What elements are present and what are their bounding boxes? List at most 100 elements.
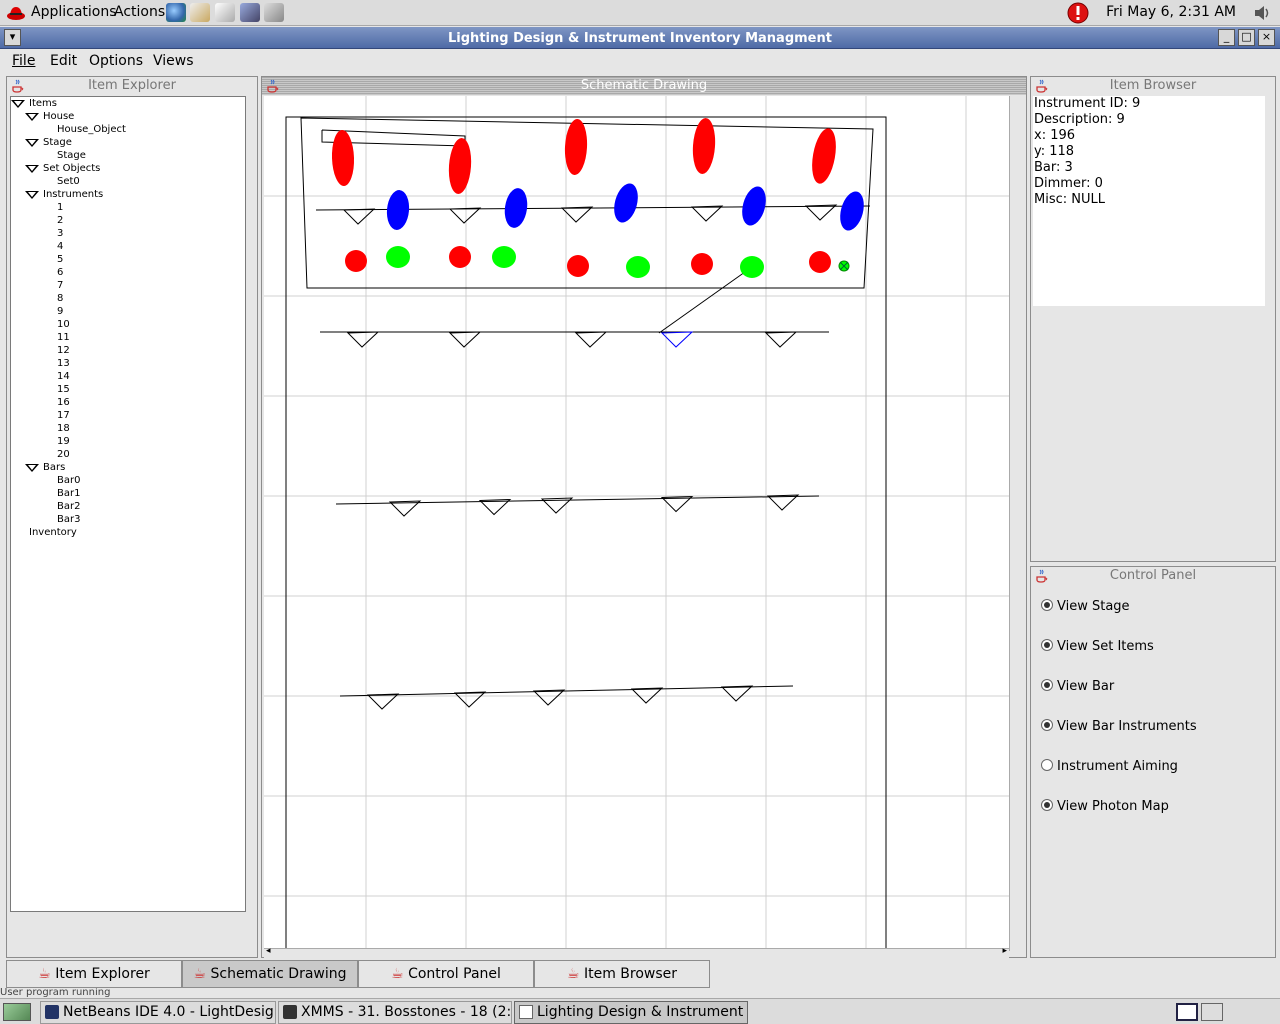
tree-node-instrument[interactable]: 9	[57, 306, 63, 317]
instrument-marker[interactable]	[346, 331, 380, 348]
tree-node-house-object[interactable]: House_Object	[57, 124, 126, 135]
green-light-pool[interactable]	[626, 256, 650, 278]
instrument-marker[interactable]	[448, 331, 482, 348]
tree-node-instrument[interactable]: 17	[57, 410, 70, 421]
tree-node-instrument[interactable]: 14	[57, 371, 70, 382]
radio-indicator-icon[interactable]	[1041, 599, 1053, 611]
red-light-pool[interactable]	[567, 255, 589, 277]
schematic-canvas[interactable]	[264, 96, 1009, 951]
tree-node-stage[interactable]: Stage	[43, 137, 72, 148]
radio-indicator-icon[interactable]	[1041, 639, 1053, 651]
instrument-marker[interactable]	[720, 685, 754, 702]
writer-launcher-icon[interactable]	[215, 3, 235, 22]
item-explorer-titlebar[interactable]: Item Explorer	[7, 77, 257, 95]
schematic-titlebar[interactable]: Schematic Drawing	[262, 77, 1026, 95]
tree-node-instrument[interactable]: 4	[57, 241, 63, 252]
schematic-drawing[interactable]	[264, 96, 1009, 951]
frame-tab-schematic-drawing[interactable]: ☕ Schematic Drawing	[182, 960, 358, 988]
tree-node-house[interactable]: House	[43, 111, 74, 122]
radio-indicator-icon[interactable]	[1041, 719, 1053, 731]
tree-node-bar[interactable]: Bar0	[57, 475, 80, 486]
radio-indicator-icon[interactable]	[1041, 679, 1053, 691]
browser-launcher-icon[interactable]	[166, 3, 186, 22]
horizontal-scrollbar[interactable]: ◂ ▸	[264, 946, 1009, 958]
aim-line[interactable]	[658, 266, 753, 334]
tree-node-instrument[interactable]: 10	[57, 319, 70, 330]
alert-icon[interactable]	[1067, 2, 1089, 24]
control-panel-titlebar[interactable]: Control Panel	[1031, 567, 1275, 585]
green-light-pool[interactable]	[492, 246, 516, 268]
tree-node-instrument[interactable]: 16	[57, 397, 70, 408]
frame-tab-item-browser[interactable]: ☕ Item Browser	[534, 960, 710, 988]
control-option-view-photon-map[interactable]: View Photon Map	[1041, 799, 1169, 814]
show-desktop-icon[interactable]	[3, 1003, 31, 1021]
tree-node-bar[interactable]: Bar3	[57, 514, 80, 525]
blue-light-beam[interactable]	[385, 189, 410, 231]
tree-node-instrument[interactable]: 19	[57, 436, 70, 447]
tree-node-bars[interactable]: Bars	[43, 462, 65, 473]
tree-node-instrument[interactable]: 7	[57, 280, 63, 291]
bar-2[interactable]	[335, 495, 820, 505]
task-xmms[interactable]: XMMS - 31. Bosstones - 18 (2:47)	[278, 1001, 512, 1024]
expand-toggle-icon[interactable]	[25, 165, 39, 173]
scroll-right-icon[interactable]: ▸	[1002, 946, 1007, 956]
tree-node-instrument[interactable]: 18	[57, 423, 70, 434]
instrument-marker[interactable]	[448, 207, 482, 224]
tree-node-instrument[interactable]: 15	[57, 384, 70, 395]
instrument-marker[interactable]	[574, 331, 608, 348]
menu-file[interactable]: File	[12, 53, 35, 69]
expand-toggle-icon[interactable]	[25, 191, 39, 199]
applications-menu[interactable]: Applications	[31, 4, 117, 20]
tree-node-instrument[interactable]: 1	[57, 202, 63, 213]
volume-icon[interactable]	[1253, 4, 1271, 22]
tree-node-bar[interactable]: Bar2	[57, 501, 80, 512]
control-option-view-stage[interactable]: View Stage	[1041, 599, 1130, 614]
task-netbeans[interactable]: NetBeans IDE 4.0 - LightDesign	[40, 1001, 276, 1024]
tree-node-bar[interactable]: Bar1	[57, 488, 80, 499]
red-light-pool[interactable]	[345, 250, 367, 272]
tree-node-instrument[interactable]: 2	[57, 215, 63, 226]
window-titlebar[interactable]: ▾ Lighting Design & Instrument Inventory…	[0, 27, 1280, 49]
workspace-1[interactable]	[1176, 1003, 1198, 1021]
minimize-button[interactable]: _	[1218, 29, 1235, 46]
tree-node-instrument[interactable]: 5	[57, 254, 63, 265]
green-light-pool[interactable]	[386, 246, 410, 268]
tree-node-instrument[interactable]: 13	[57, 358, 70, 369]
red-light-pool[interactable]	[449, 246, 471, 268]
blue-light-beam[interactable]	[738, 184, 770, 228]
tree-node-instrument[interactable]: 20	[57, 449, 70, 460]
red-light-pool[interactable]	[691, 253, 713, 275]
close-button[interactable]: ×	[1258, 29, 1275, 46]
expand-toggle-icon[interactable]	[25, 139, 39, 147]
expand-toggle-icon[interactable]	[25, 464, 39, 472]
tree-node-set0[interactable]: Set0	[57, 176, 80, 187]
house-outline[interactable]	[285, 116, 887, 951]
tree-node-set-objects[interactable]: Set Objects	[43, 163, 100, 174]
radio-indicator-icon[interactable]	[1041, 799, 1053, 811]
control-option-view-bar[interactable]: View Bar	[1041, 679, 1114, 694]
instrument-marker[interactable]	[764, 331, 798, 348]
menu-views[interactable]: Views	[153, 53, 194, 69]
tree-node-instrument[interactable]: 11	[57, 332, 70, 343]
tree-node-instrument[interactable]: 8	[57, 293, 63, 304]
red-light-pool[interactable]	[809, 251, 831, 273]
blue-light-beam[interactable]	[502, 187, 529, 230]
item-tree[interactable]: Items House House_Object Stage Stage Set Obje…	[10, 96, 246, 912]
vertical-scrollbar[interactable]	[1009, 96, 1023, 951]
task-lighting-design[interactable]: Lighting Design & Instrument Invent	[514, 1001, 748, 1024]
red-light-beam[interactable]	[331, 130, 355, 187]
mail-launcher-icon[interactable]	[190, 3, 210, 22]
maximize-button[interactable]: □	[1238, 29, 1255, 46]
expand-toggle-icon[interactable]	[25, 113, 39, 121]
instrument-marker[interactable]	[532, 689, 566, 706]
impress-launcher-icon[interactable]	[240, 3, 260, 22]
control-option-instrument-aiming[interactable]: Instrument Aiming	[1041, 759, 1178, 774]
tree-node-instrument[interactable]: 6	[57, 267, 63, 278]
red-light-beam[interactable]	[564, 118, 589, 175]
tree-node-instrument[interactable]: 3	[57, 228, 63, 239]
blue-light-beam[interactable]	[610, 181, 642, 225]
instrument-marker[interactable]	[690, 205, 724, 222]
radio-indicator-icon[interactable]	[1041, 759, 1053, 771]
control-option-view-bar-instruments[interactable]: View Bar Instruments	[1041, 719, 1197, 734]
frame-tab-control-panel[interactable]: ☕ Control Panel	[358, 960, 534, 988]
